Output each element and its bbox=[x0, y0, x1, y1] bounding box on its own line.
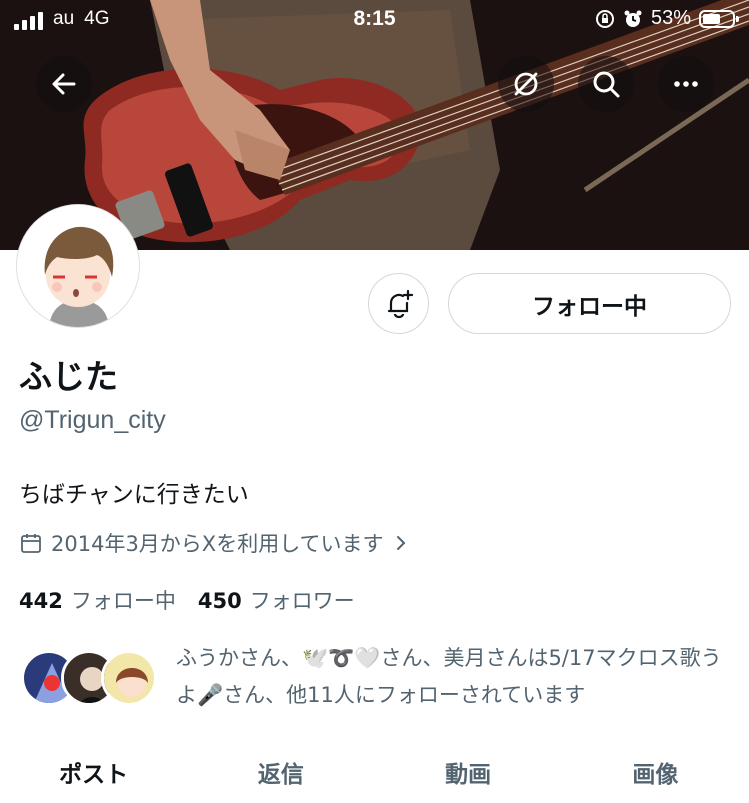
profile-tabs: ポスト 返信 動画 画像 bbox=[0, 745, 749, 803]
display-name: ふじた bbox=[19, 357, 118, 396]
profile-bio: ちばチャンに行きたい bbox=[19, 482, 249, 508]
profile-avatar[interactable] bbox=[17, 205, 139, 327]
orientation-lock-icon bbox=[595, 9, 614, 28]
more-icon bbox=[674, 81, 698, 87]
grok-button[interactable] bbox=[498, 56, 554, 112]
bell-plus-icon bbox=[387, 289, 413, 318]
tab-posts[interactable]: ポスト bbox=[0, 745, 187, 803]
tab-videos[interactable]: 動画 bbox=[375, 745, 562, 803]
followers-label: フォロワー bbox=[249, 589, 355, 613]
following-button[interactable]: フォロー中 bbox=[448, 273, 731, 334]
following-count: 442 bbox=[19, 589, 63, 613]
mutual-avatar bbox=[101, 650, 157, 706]
chevron-right-icon bbox=[396, 536, 405, 550]
grok-icon bbox=[514, 72, 538, 96]
following-label: フォロー中 bbox=[70, 589, 176, 613]
alarm-icon bbox=[624, 10, 642, 27]
status-bar: au 4G 8:15 53% bbox=[0, 0, 749, 44]
tab-replies[interactable]: 返信 bbox=[187, 745, 374, 803]
follow-stats: 442 フォロー中 450 フォロワー bbox=[19, 585, 355, 615]
join-date-row[interactable]: 2014年3月からXを利用しています bbox=[19, 528, 410, 558]
search-button[interactable] bbox=[578, 56, 634, 112]
tab-images[interactable]: 画像 bbox=[562, 745, 749, 803]
followed-by-avatars[interactable] bbox=[21, 650, 161, 710]
followed-by-text[interactable]: ふうかさん、🕊️➰🤍さん、美月さんは5/17マクロス歌うよ🎤さん、他11人にフォ… bbox=[176, 640, 736, 714]
followers-link[interactable]: 450 フォロワー bbox=[198, 585, 355, 615]
battery-icon bbox=[699, 9, 739, 28]
search-icon bbox=[593, 71, 620, 98]
notify-button[interactable] bbox=[368, 273, 429, 334]
calendar-icon bbox=[21, 534, 41, 553]
back-button[interactable] bbox=[36, 56, 92, 112]
battery-percent: 53% bbox=[650, 7, 691, 29]
user-handle: @Trigun_city bbox=[19, 406, 166, 434]
more-button[interactable] bbox=[658, 56, 714, 112]
avatar-illustration bbox=[17, 205, 139, 327]
followers-count: 450 bbox=[197, 589, 242, 613]
following-link[interactable]: 442 フォロー中 bbox=[19, 585, 176, 615]
join-date-text: 2014年3月からXを利用しています bbox=[51, 532, 384, 556]
arrow-left-icon bbox=[52, 73, 76, 95]
